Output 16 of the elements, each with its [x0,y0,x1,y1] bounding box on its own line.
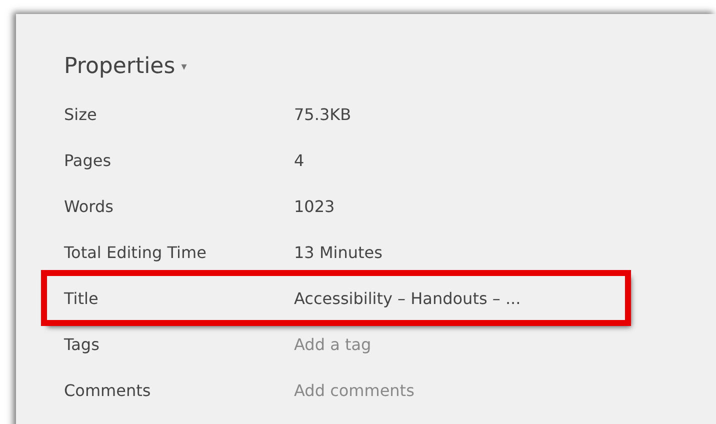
property-label: Total Editing Time [64,242,208,262]
property-value: Accessibility – Handouts – ... [294,288,522,308]
input-field[interactable]: Add a tag [294,334,574,354]
property-value: 1023 [294,196,336,216]
property-label: Title [64,288,100,308]
property-label: Tags [64,334,100,354]
property-value: 13 Minutes [294,242,384,262]
property-label: Words [64,196,114,216]
property-label: Comments [64,380,152,400]
dropdown-caret[interactable]: ▾ [181,60,187,73]
property-value: 75.3KB [294,104,352,124]
property-label: Pages [64,150,112,170]
properties-heading: Properties [64,54,176,79]
property-label: Size [64,104,98,124]
input-field[interactable]: Add comments [294,380,574,400]
property-value: 4 [294,150,306,170]
